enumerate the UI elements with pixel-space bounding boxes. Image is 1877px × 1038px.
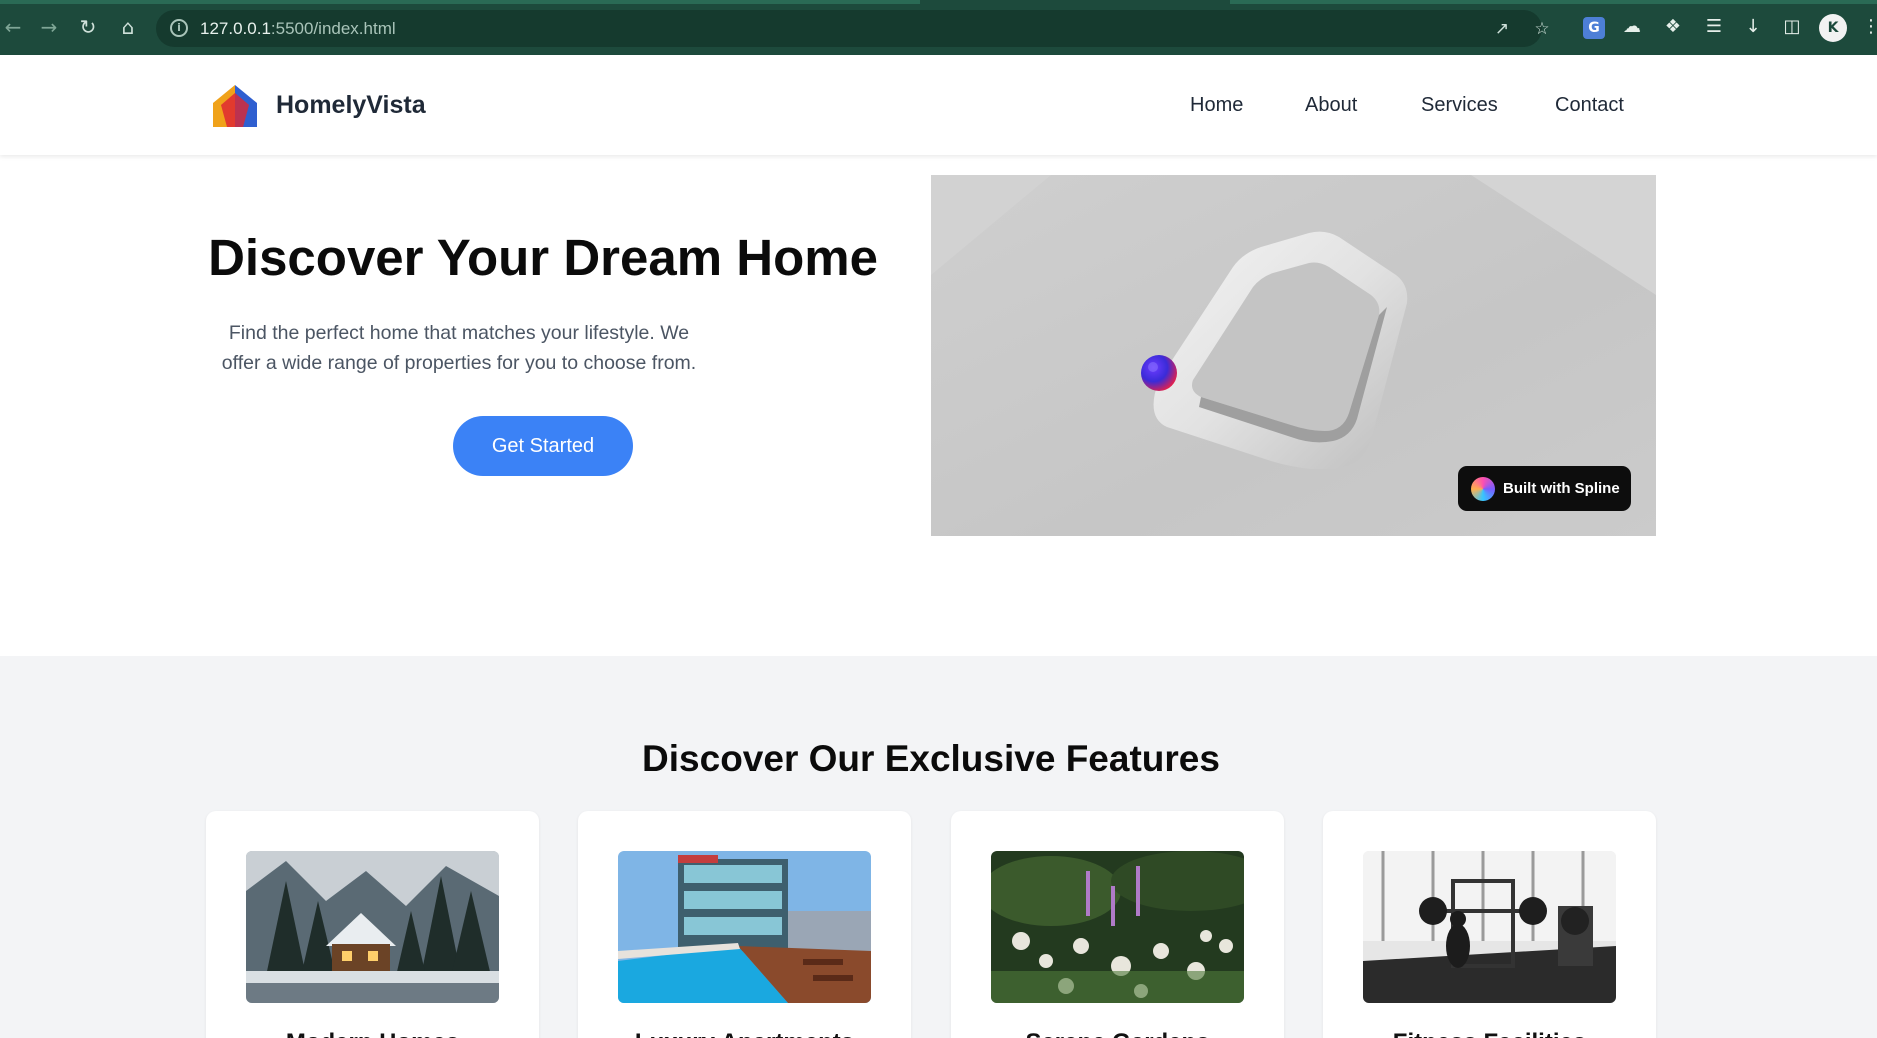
- back-icon[interactable]: ←: [0, 14, 26, 40]
- feature-card[interactable]: Luxury Apartments: [578, 811, 911, 1038]
- house-logo-icon[interactable]: [213, 85, 257, 127]
- home-icon[interactable]: ⌂: [115, 14, 141, 40]
- feature-card[interactable]: Fitness Facilities: [1323, 811, 1656, 1038]
- spline-3d-scene[interactable]: Built with Spline: [931, 175, 1656, 536]
- features-title: Discover Our Exclusive Features: [642, 738, 1220, 779]
- nav-contact[interactable]: Contact: [1555, 94, 1624, 117]
- url-text[interactable]: 127.0.0.1:5500/index.html: [200, 19, 396, 39]
- get-started-button[interactable]: Get Started: [453, 416, 633, 476]
- nav-services[interactable]: Services: [1421, 94, 1498, 117]
- menu-dots-icon[interactable]: ⋮: [1858, 14, 1877, 40]
- brand-name[interactable]: HomelyVista: [276, 91, 426, 120]
- spline-logo-icon: [1471, 477, 1495, 501]
- extensions-puzzle-icon[interactable]: ❖: [1660, 14, 1686, 40]
- address-bar[interactable]: i 127.0.0.1:5500/index.html ↗ ☆: [156, 10, 1550, 47]
- hero-title: Discover Your Dream Home: [208, 229, 878, 286]
- reload-icon[interactable]: ↻: [75, 14, 101, 40]
- feature-card-title: Modern Homes: [206, 1029, 539, 1038]
- nav-about[interactable]: About: [1305, 94, 1357, 117]
- feature-card-title: Luxury Apartments: [578, 1029, 911, 1038]
- nav-home[interactable]: Home: [1190, 94, 1243, 117]
- browser-toolbar: ← → ↻ ⌂ i 127.0.0.1:5500/index.html ↗ ☆ …: [0, 0, 1877, 55]
- media-queue-icon[interactable]: ☰: [1701, 14, 1727, 40]
- gym-image: [1363, 851, 1616, 1003]
- built-with-spline-badge[interactable]: Built with Spline: [1458, 466, 1631, 511]
- side-panel-icon[interactable]: ◫: [1779, 14, 1805, 40]
- spline-badge-label: Built with Spline: [1503, 480, 1620, 497]
- translate-extension-icon[interactable]: G: [1583, 17, 1605, 39]
- feature-card[interactable]: Serene Gardens: [951, 811, 1284, 1038]
- download-icon[interactable]: ↓: [1740, 14, 1766, 40]
- active-tab-edge: [920, 0, 1230, 4]
- bookmark-star-icon[interactable]: ☆: [1532, 19, 1552, 39]
- site-header: HomelyVista Home About Services Contact: [0, 55, 1877, 155]
- feature-card-title: Fitness Facilities: [1323, 1029, 1656, 1038]
- site-info-icon[interactable]: i: [170, 19, 188, 37]
- feature-card[interactable]: Modern Homes: [206, 811, 539, 1038]
- features-section: Discover Our Exclusive Features: [0, 656, 1877, 1038]
- hero-description-line-1: Find the perfect home that matches your …: [228, 322, 690, 344]
- feature-card-title: Serene Gardens: [951, 1029, 1284, 1038]
- hero-description: Find the perfect home that matches your …: [205, 318, 713, 378]
- cloud-extension-icon[interactable]: ☁: [1619, 14, 1645, 40]
- profile-avatar-icon[interactable]: K: [1819, 14, 1847, 42]
- rooftop-pool-image: [618, 851, 871, 1003]
- snowy-cabin-image: [246, 851, 499, 1003]
- hero-description-line-2: offer a wide range of properties for you…: [221, 352, 697, 374]
- share-icon[interactable]: ↗: [1492, 19, 1512, 39]
- forward-icon[interactable]: →: [36, 14, 62, 40]
- wildflowers-image: [991, 851, 1244, 1003]
